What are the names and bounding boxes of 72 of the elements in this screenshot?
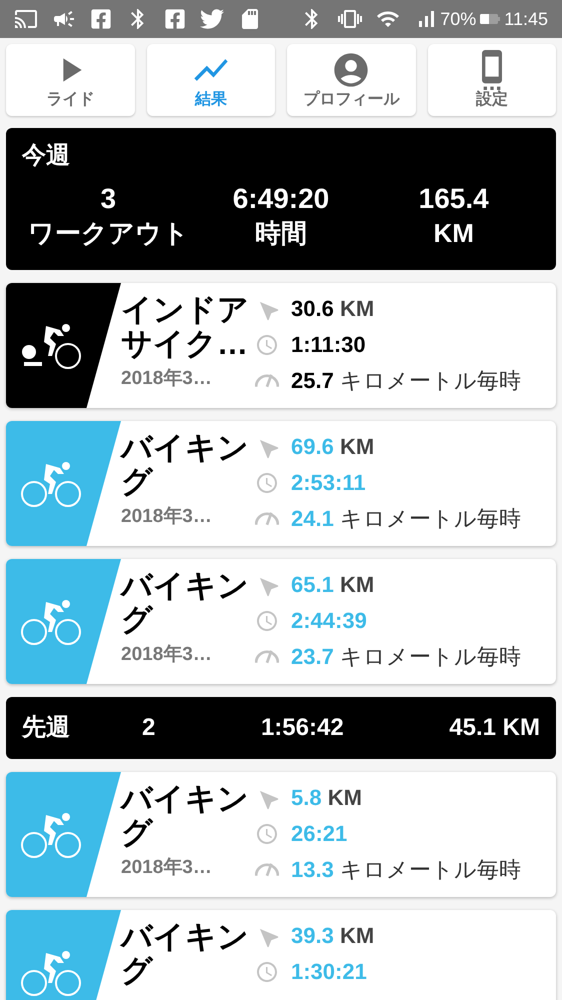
facebook-icon — [90, 8, 112, 30]
clock-icon — [255, 608, 279, 634]
battery-percent: 70% — [440, 8, 476, 30]
workout-title: バイキング — [121, 920, 249, 988]
distance-value: 39.3 — [291, 923, 334, 948]
facebook-icon — [164, 8, 186, 30]
nav-tab[interactable]: ライド — [6, 44, 134, 116]
distance-value: 65.1 — [291, 572, 334, 597]
workout-date: 2018年3… — [121, 369, 213, 388]
duration-value: 2:53:11 — [291, 470, 366, 496]
speed-value: 23.7 — [291, 644, 334, 669]
distance-unit: KM — [340, 434, 374, 459]
summary-value: 3 — [100, 182, 116, 216]
speedometer-icon — [255, 374, 279, 388]
clock-icon — [255, 470, 279, 496]
speed-unit: キロメートル毎時 — [340, 644, 521, 669]
speed-unit: キロメートル毎時 — [340, 506, 521, 531]
duration-value: 1:30:21 — [291, 959, 367, 985]
nav-tab[interactable]: 設定 — [428, 44, 556, 116]
summary-title: 先週 — [22, 713, 71, 743]
workout-title: インドアサイク… — [121, 293, 249, 361]
speed-value: 13.3 — [291, 857, 334, 882]
twitter-icon — [200, 7, 224, 31]
workout-card[interactable]: バイキング 39.3 KM 1:30:21 — [6, 910, 556, 1000]
workout-card[interactable]: バイキング 2018年3… 65.1 KM 2:44:39 23.7 キロメートル毎時 — [6, 559, 556, 684]
speedometer-icon — [255, 863, 279, 877]
duration-value: 2:44:39 — [291, 608, 367, 634]
cyclist-icon — [20, 598, 84, 646]
clock-icon — [255, 959, 279, 985]
summary-value: 45.1 KM — [449, 713, 540, 743]
cyclist-icon — [20, 948, 84, 996]
distance-unit: KM — [340, 572, 374, 597]
summary-value: 165.4 — [418, 182, 489, 216]
summary-value: 2 — [142, 713, 156, 743]
clock-time: 11:45 — [504, 8, 548, 30]
workout-title: バイキング — [121, 782, 249, 850]
speed-value: 25.7 — [291, 368, 334, 393]
summary-label: ワークアウト — [28, 217, 189, 250]
duration-value: 26:21 — [291, 821, 348, 847]
summary-value: 1:56:42 — [260, 713, 344, 743]
clock-icon — [255, 332, 279, 358]
speedometer-icon — [255, 512, 279, 526]
workout-card[interactable]: バイキング 2018年3… 5.8 KM 26:21 13.3 キロメートル毎時 — [6, 772, 556, 897]
workout-date: 2018年3… — [121, 645, 213, 664]
summary-label: KM — [433, 217, 474, 250]
distance-unit: KM — [328, 785, 362, 810]
workout-card[interactable]: バイキング 2018年3… 69.6 KM 2:53:11 24.1 キロメートル毎時 — [6, 421, 556, 546]
summary-value: 6:49:20 — [232, 182, 330, 216]
workout-card[interactable]: インドアサイク… 2018年3… 30.6 KM 1:11:30 25.7 キロメートル毎時 — [6, 283, 556, 408]
distance-unit: KM — [340, 923, 374, 948]
summary-title: 今週 — [22, 144, 71, 168]
nav-tab[interactable]: プロフィール — [287, 44, 416, 116]
distance-unit: KM — [340, 296, 374, 321]
speed-unit: キロメートル毎時 — [340, 857, 521, 882]
workout-title: バイキング — [121, 569, 249, 637]
cast-icon — [14, 7, 38, 31]
distance-value: 69.6 — [291, 434, 334, 459]
cyclist-icon — [20, 810, 84, 858]
clock-icon — [255, 821, 279, 847]
speed-unit: キロメートル毎時 — [340, 368, 521, 393]
distance-value: 5.8 — [291, 785, 322, 810]
indoor-cyclist-icon — [20, 322, 84, 370]
summary-label: 時間 — [254, 217, 307, 250]
workout-date: 2018年3… — [121, 858, 213, 877]
duration-value: 1:11:30 — [291, 332, 366, 358]
workout-title: バイキング — [121, 431, 249, 499]
speed-value: 24.1 — [291, 506, 334, 531]
vibrate-icon — [338, 7, 362, 31]
distance-value: 30.6 — [291, 296, 334, 321]
cyclist-icon — [20, 460, 84, 508]
workout-date: 2018年3… — [121, 507, 213, 526]
speedometer-icon — [255, 650, 279, 664]
